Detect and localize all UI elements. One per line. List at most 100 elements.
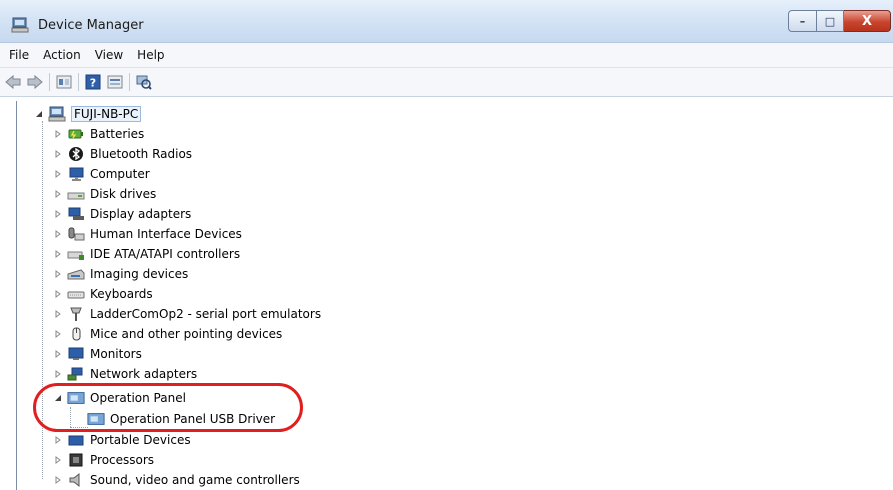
tree-node-monitors[interactable]: Monitors (53, 344, 142, 364)
toolbar: ? (0, 68, 893, 97)
expand-arrow-icon[interactable] (53, 269, 63, 279)
imaging-icon (67, 266, 85, 282)
expand-arrow-icon[interactable] (53, 455, 63, 465)
tree-node-mice[interactable]: Mice and other pointing devices (53, 324, 282, 344)
portable-device-icon (67, 432, 85, 448)
menu-help[interactable]: Help (137, 48, 164, 62)
tree-node-batteries[interactable]: Batteries (53, 124, 144, 144)
keyboard-icon (67, 286, 85, 302)
tree-node-network-adapters[interactable]: Network adapters (53, 364, 197, 384)
tree-node-display-adapters[interactable]: Display adapters (53, 204, 191, 224)
tree-node-label: Portable Devices (90, 433, 191, 447)
processor-icon (67, 452, 85, 468)
expand-arrow-icon[interactable] (53, 329, 63, 339)
back-button[interactable] (4, 73, 22, 91)
battery-icon (67, 126, 85, 142)
mouse-icon (67, 326, 85, 342)
collapse-arrow-icon[interactable] (34, 109, 44, 119)
tree-node-sound-video-game[interactable]: Sound, video and game controllers (53, 470, 300, 490)
hid-icon (67, 226, 85, 242)
monitor-icon (67, 346, 85, 362)
tree-node-label: IDE ATA/ATAPI controllers (90, 247, 241, 261)
expand-arrow-icon[interactable] (53, 475, 63, 485)
expand-arrow-icon[interactable] (53, 309, 63, 319)
minimize-button[interactable]: – (788, 10, 817, 32)
close-icon: X (861, 13, 873, 29)
bluetooth-icon (67, 146, 85, 162)
title-bar[interactable]: Device Manager – □ X (0, 0, 893, 43)
tree-node-label: Mice and other pointing devices (90, 327, 283, 341)
toolbar-separator (129, 73, 130, 91)
scan-hardware-icon (136, 75, 152, 90)
expand-arrow-icon[interactable] (53, 129, 63, 139)
caption-buttons: – □ X (788, 10, 891, 32)
disk-drive-icon (67, 186, 85, 202)
expand-arrow-icon[interactable] (53, 289, 63, 299)
menu-bar: File Action View Help (0, 43, 893, 68)
properties-icon (56, 75, 72, 89)
network-adapter-icon (67, 366, 85, 382)
maximize-button[interactable]: □ (817, 10, 844, 32)
tree-node-processors[interactable]: Processors (53, 450, 154, 470)
expand-arrow-icon[interactable] (53, 349, 63, 359)
tree-node-hid[interactable]: Human Interface Devices (53, 224, 242, 244)
expand-arrow-icon[interactable] (53, 149, 63, 159)
maximize-icon: □ (824, 14, 836, 28)
highlight-annotation (33, 383, 303, 432)
root-label: FUJI-NB-PC (71, 106, 142, 122)
minimize-icon: – (799, 14, 806, 28)
monitor-icon (67, 166, 85, 182)
tree-node-bluetooth[interactable]: Bluetooth Radios (53, 144, 192, 164)
details-icon (107, 75, 123, 89)
help-icon: ? (85, 74, 101, 90)
tree-node-label: LadderComOp2 - serial port emulators (90, 307, 322, 321)
tree-node-label: Processors (90, 453, 155, 467)
menu-file[interactable]: File (9, 48, 29, 62)
tree-node-disk-drives[interactable]: Disk drives (53, 184, 156, 204)
expand-arrow-icon[interactable] (53, 209, 63, 219)
expand-arrow-icon[interactable] (53, 249, 63, 259)
ide-controller-icon (67, 246, 85, 262)
tree-node-keyboards[interactable]: Keyboards (53, 284, 153, 304)
tree-node-laddercomop2[interactable]: LadderComOp2 - serial port emulators (53, 304, 321, 324)
properties-button[interactable] (55, 73, 73, 91)
tree-node-imaging-devices[interactable]: Imaging devices (53, 264, 188, 284)
computer-icon (48, 106, 66, 122)
tree-node-label: Imaging devices (90, 267, 189, 281)
tree-node-label: Disk drives (90, 187, 157, 201)
details-button[interactable] (106, 73, 124, 91)
tree-node-label: Keyboards (90, 287, 153, 301)
menu-action[interactable]: Action (43, 48, 81, 62)
back-arrow-icon (5, 75, 21, 89)
tree-node-portable-devices[interactable]: Portable Devices (53, 430, 191, 450)
forward-arrow-icon (27, 75, 43, 89)
tree-node-label: Sound, video and game controllers (90, 473, 300, 487)
tree-root[interactable]: FUJI-NB-PC (34, 104, 142, 124)
speaker-icon (67, 472, 85, 488)
expand-arrow-icon[interactable] (53, 189, 63, 199)
tree-node-label: Batteries (90, 127, 145, 141)
expand-arrow-icon[interactable] (53, 369, 63, 379)
tree-node-ide-controllers[interactable]: IDE ATA/ATAPI controllers (53, 244, 240, 264)
window-title: Device Manager (38, 18, 144, 33)
tree-node-label: Display adapters (90, 207, 192, 221)
toolbar-separator (78, 73, 79, 91)
toolbar-separator (49, 73, 50, 91)
tree-node-computer[interactable]: Computer (53, 164, 150, 184)
device-manager-window: Device Manager – □ X File Action View He… (0, 0, 893, 490)
scan-hardware-button[interactable] (135, 73, 153, 91)
expand-arrow-icon[interactable] (53, 229, 63, 239)
close-button[interactable]: X (844, 10, 891, 32)
tree-node-label: Bluetooth Radios (90, 147, 193, 161)
menu-view[interactable]: View (95, 48, 123, 62)
display-adapter-icon (67, 206, 85, 222)
serial-port-icon (67, 306, 85, 322)
help-button[interactable]: ? (84, 73, 102, 91)
tree-node-label: Human Interface Devices (90, 227, 242, 241)
forward-button[interactable] (26, 73, 44, 91)
expand-arrow-icon[interactable] (53, 435, 63, 445)
tree-node-label: Network adapters (90, 367, 198, 381)
expand-arrow-icon[interactable] (53, 169, 63, 179)
svg-text:?: ? (90, 77, 96, 90)
device-manager-icon (11, 17, 29, 33)
